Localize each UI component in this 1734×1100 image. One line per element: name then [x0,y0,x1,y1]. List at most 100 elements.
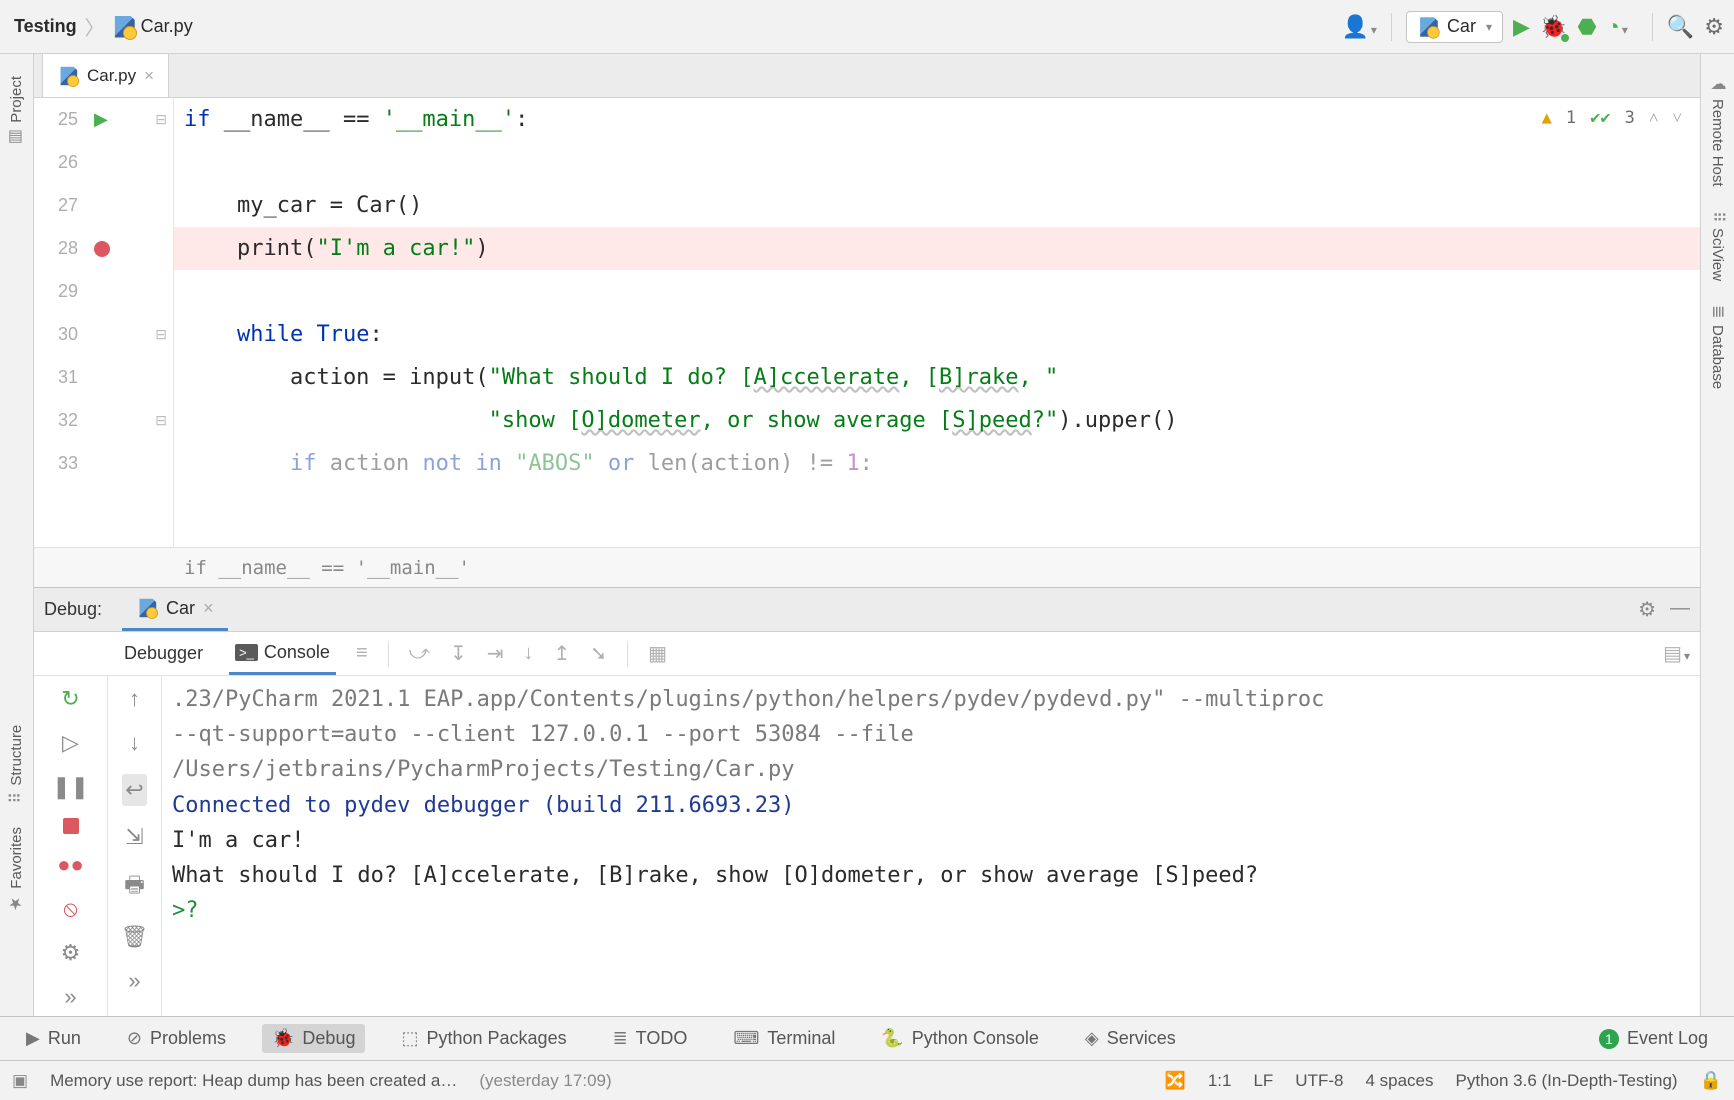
view-breakpoints-icon[interactable]: ●● [57,852,84,878]
debug-tool-button[interactable]: 🐞Debug [262,1024,365,1053]
run-configuration-selector[interactable]: Car ▾ [1406,11,1503,43]
step-into-my-icon[interactable]: ⇥ [487,641,504,666]
python-file-icon [59,66,78,85]
rerun-icon[interactable]: ↻ [61,686,79,712]
project-tool-button[interactable]: ▤Project [7,76,26,148]
database-button[interactable]: ≣Database [1708,305,1727,389]
user-icon[interactable]: 👤▾ [1342,14,1377,40]
breadcrumb-project[interactable]: Testing [14,16,77,37]
settings-icon[interactable]: ⚙ [1638,597,1656,622]
mute-breakpoints-icon[interactable]: ⦸ [63,896,77,922]
run-to-cursor-icon[interactable]: ➘ [590,641,607,666]
star-icon: ★ [7,895,26,914]
run-button[interactable]: ▶ [1513,14,1530,40]
remote-host-button[interactable]: ☁Remote Host [1708,74,1727,187]
interpreter[interactable]: Python 3.6 (In-Depth-Testing) [1456,1071,1678,1091]
sciview-button[interactable]: ⠿SciView [1708,211,1727,282]
lock-icon[interactable]: 🔒 [1700,1070,1722,1091]
services-tool-button[interactable]: ◈Services [1075,1024,1186,1053]
step-out-icon[interactable]: ↥ [554,641,571,666]
console-line: I'm a car! [172,823,1690,858]
print-icon[interactable]: 🖶 [124,868,145,906]
fold-icon[interactable]: ⊟ [155,326,167,343]
caret-position[interactable]: 1:1 [1208,1071,1232,1091]
check-icon: ✔✔ [1590,108,1610,128]
inspection-hints[interactable]: ▲1 ✔✔3 ˄ ˅ [1542,108,1682,128]
layout-icon[interactable]: ▤▾ [1663,641,1690,666]
event-badge: 1 [1599,1029,1619,1049]
line-number: 30 [44,324,78,345]
debug-session-tab[interactable]: Car × [122,588,228,631]
more-icon[interactable]: » [128,968,140,994]
console-tab[interactable]: >_Console [229,632,336,675]
python-console-tool-button[interactable]: 🐍Python Console [871,1024,1049,1053]
threads-icon[interactable]: ≡ [356,642,368,665]
editor[interactable]: 25▶⊟ 26 27 28 29 30⊟ 31 32⊟ 33 ▲1 ✔✔3 ˄ … [34,98,1700,547]
tool-windows-icon[interactable]: ▣ [12,1071,28,1091]
breakpoint-icon[interactable] [94,241,110,257]
problems-tool-button[interactable]: ⊘Problems [117,1024,236,1053]
console-prompt[interactable]: >? [172,893,1690,928]
down-icon[interactable]: ↓ [129,730,140,756]
minimize-icon[interactable]: — [1670,597,1690,622]
terminal-tool-button[interactable]: ⌨Terminal [723,1024,845,1053]
pause-icon[interactable]: ❚❚ [52,774,89,800]
step-into-icon[interactable]: ↧ [450,641,467,666]
scroll-end-icon[interactable]: ⇲ [125,824,143,850]
prev-highlight-icon[interactable]: ˄ [1649,108,1659,128]
encoding[interactable]: UTF-8 [1295,1071,1343,1091]
structure-icon: ⠿ [7,792,26,804]
git-icon[interactable]: 🔀 [1165,1071,1186,1091]
chart-icon: ⠿ [1708,211,1727,223]
line-number: 28 [44,238,78,259]
force-step-icon[interactable]: ↓ [524,642,534,665]
navigation-bar: Testing 〉 Car.py 👤▾ Car ▾ ▶ 🐞 ⬣ ◔▾ 🔍 ⚙ [0,0,1734,54]
up-icon[interactable]: ↑ [129,686,140,712]
search-icon[interactable]: 🔍 [1667,14,1694,40]
next-highlight-icon[interactable]: ˅ [1672,108,1682,128]
step-over-icon[interactable]: ⤻ [409,642,430,665]
editor-tab-label: Car.py [87,66,136,86]
toolbar-right: 👤▾ Car ▾ ▶ 🐞 ⬣ ◔▾ 🔍 ⚙ [1342,11,1725,43]
close-icon[interactable]: × [144,66,154,86]
profile-button[interactable]: ◔▾ [1607,14,1628,40]
debug-button[interactable]: 🐞 [1540,14,1567,40]
editor-tab-car[interactable]: Car.py × [42,54,169,97]
stop-icon[interactable] [63,818,79,834]
code-breadcrumb[interactable]: if __name__ == '__main__' [34,547,1700,587]
evaluate-icon[interactable]: ▦ [648,641,667,666]
debug-settings-icon[interactable]: ⚙ [61,940,81,966]
todo-tool-button[interactable]: ≣TODO [603,1024,698,1053]
close-icon[interactable]: × [203,598,214,619]
services-icon: ◈ [1085,1028,1099,1049]
settings-icon[interactable]: ⚙ [1704,14,1724,40]
line-ending[interactable]: LF [1253,1071,1273,1091]
indent[interactable]: 4 spaces [1365,1071,1433,1091]
fold-icon[interactable]: ⊟ [155,111,167,128]
debug-toolbar: Debugger >_Console ≡ ⤻ ↧ ⇥ ↓ ↥ ➘ ▦ ▤▾ [34,632,1700,676]
warning-icon: ▲ [1542,108,1552,128]
line-number: 27 [44,195,78,216]
favorites-tool-button[interactable]: ★Favorites [7,827,26,914]
status-bar: ▣ Memory use report: Heap dump has been … [0,1060,1734,1100]
more-icon[interactable]: » [64,984,76,1010]
run-gutter-icon[interactable]: ▶ [94,109,108,130]
ok-count: 3 [1625,108,1635,128]
code-area[interactable]: ▲1 ✔✔3 ˄ ˅ if __name__ == '__main__': my… [174,98,1700,547]
gutter[interactable]: 25▶⊟ 26 27 28 29 30⊟ 31 32⊟ 33 [34,98,174,547]
soft-wrap-icon[interactable]: ↩ [122,774,146,806]
fold-icon[interactable]: ⊟ [155,412,167,429]
run-tool-button[interactable]: ▶Run [16,1024,91,1053]
run-config-label: Car [1447,16,1476,37]
event-log-button[interactable]: 1Event Log [1589,1024,1718,1053]
clear-icon[interactable]: 🗑 [121,924,149,950]
status-message[interactable]: Memory use report: Heap dump has been cr… [50,1071,457,1091]
debugger-tab[interactable]: Debugger [118,632,209,675]
console-output[interactable]: .23/PyCharm 2021.1 EAP.app/Contents/plug… [162,676,1700,1016]
run-coverage-button[interactable]: ⬣ [1577,14,1596,40]
packages-tool-button[interactable]: ⬚Python Packages [391,1024,576,1053]
bottom-tool-bar: ▶Run ⊘Problems 🐞Debug ⬚Python Packages ≣… [0,1016,1734,1060]
breadcrumb-file[interactable]: Car.py [113,16,193,38]
resume-icon[interactable]: ▷ [62,730,79,756]
structure-tool-button[interactable]: ⠿Structure [7,725,26,804]
